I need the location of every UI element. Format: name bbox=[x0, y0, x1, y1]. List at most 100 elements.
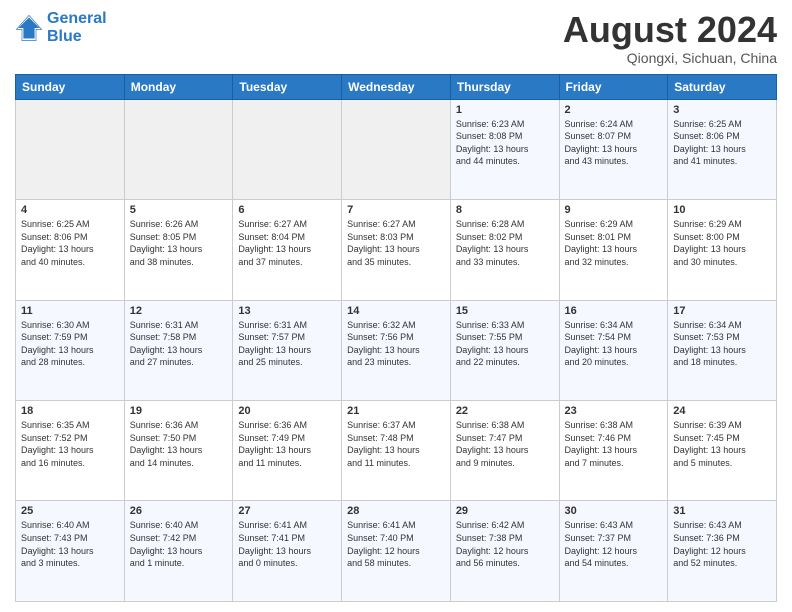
day-cell: 13Sunrise: 6:31 AM Sunset: 7:57 PM Dayli… bbox=[233, 300, 342, 400]
day-cell: 22 Sunrise: 6:38 AM Sunset: 7:47 PM Dayli… bbox=[450, 401, 559, 501]
day-info: Sunrise: 6:26 AM Sunset: 8:05 PM Dayligh… bbox=[130, 218, 228, 268]
day-info: Sunrise: 6:41 AM Sunset: 7:41 PM Dayligh… bbox=[238, 519, 336, 569]
day-number: 10 bbox=[673, 204, 771, 216]
day-number: 16 bbox=[565, 305, 663, 317]
day-cell bbox=[342, 99, 451, 199]
day-cell: 10Sunrise: 6:29 AM Sunset: 8:00 PM Dayli… bbox=[668, 200, 777, 300]
day-number: 5 bbox=[130, 204, 228, 216]
day-number: 17 bbox=[673, 305, 771, 317]
day-cell: 24 Sunrise: 6:39 AM Sunset: 7:45 PM Dayli… bbox=[668, 401, 777, 501]
calendar-table: SundayMondayTuesdayWednesdayThursdayFrid… bbox=[15, 74, 777, 602]
logo: General Blue bbox=[15, 10, 107, 45]
day-cell: 19 Sunrise: 6:36 AM Sunset: 7:50 PM Dayli… bbox=[124, 401, 233, 501]
day-number: 25 bbox=[21, 505, 119, 517]
header: General Blue August 2024 Qiongxi, Sichua… bbox=[15, 10, 777, 66]
day-cell: 29 Sunrise: 6:42 AM Sunset: 7:38 PM Dayli… bbox=[450, 501, 559, 602]
logo-general: General bbox=[47, 10, 107, 27]
day-number: 7 bbox=[347, 204, 445, 216]
day-cell: 20 Sunrise: 6:36 AM Sunset: 7:49 PM Dayli… bbox=[233, 401, 342, 501]
day-number: 4 bbox=[21, 204, 119, 216]
day-info: Sunrise: 6:24 AM Sunset: 8:07 PM Dayligh… bbox=[565, 118, 663, 168]
day-cell: 21 Sunrise: 6:37 AM Sunset: 7:48 PM Dayli… bbox=[342, 401, 451, 501]
day-number: 21 bbox=[347, 405, 445, 417]
day-number: 14 bbox=[347, 305, 445, 317]
weekday-header-tuesday: Tuesday bbox=[233, 74, 342, 99]
day-number: 30 bbox=[565, 505, 663, 517]
day-number: 18 bbox=[21, 405, 119, 417]
day-cell: 16 Sunrise: 6:34 AM Sunset: 7:54 PM Dayli… bbox=[559, 300, 668, 400]
day-number: 13 bbox=[238, 305, 336, 317]
day-cell: 11Sunrise: 6:30 AM Sunset: 7:59 PM Dayli… bbox=[16, 300, 125, 400]
day-cell: 4 Sunrise: 6:25 AM Sunset: 8:06 PM Daylig… bbox=[16, 200, 125, 300]
day-info: Sunrise: 6:31 AM Sunset: 7:58 PM Dayligh… bbox=[130, 319, 228, 369]
day-cell: 26 Sunrise: 6:40 AM Sunset: 7:42 PM Dayli… bbox=[124, 501, 233, 602]
day-cell: 3 Sunrise: 6:25 AM Sunset: 8:06 PM Daylig… bbox=[668, 99, 777, 199]
week-row-3: 11Sunrise: 6:30 AM Sunset: 7:59 PM Dayli… bbox=[16, 300, 777, 400]
day-info: Sunrise: 6:40 AM Sunset: 7:43 PM Dayligh… bbox=[21, 519, 119, 569]
day-info: Sunrise: 6:32 AM Sunset: 7:56 PM Dayligh… bbox=[347, 319, 445, 369]
day-cell bbox=[124, 99, 233, 199]
page: General Blue August 2024 Qiongxi, Sichua… bbox=[0, 0, 792, 612]
day-number: 12 bbox=[130, 305, 228, 317]
day-cell: 15 Sunrise: 6:33 AM Sunset: 7:55 PM Dayli… bbox=[450, 300, 559, 400]
day-number: 24 bbox=[673, 405, 771, 417]
day-number: 29 bbox=[456, 505, 554, 517]
weekday-header-monday: Monday bbox=[124, 74, 233, 99]
day-number: 22 bbox=[456, 405, 554, 417]
day-cell: 6Sunrise: 6:27 AM Sunset: 8:04 PM Daylig… bbox=[233, 200, 342, 300]
day-info: Sunrise: 6:30 AM Sunset: 7:59 PM Dayligh… bbox=[21, 319, 119, 369]
day-number: 19 bbox=[130, 405, 228, 417]
day-cell: 27Sunrise: 6:41 AM Sunset: 7:41 PM Dayli… bbox=[233, 501, 342, 602]
weekday-header-wednesday: Wednesday bbox=[342, 74, 451, 99]
day-info: Sunrise: 6:35 AM Sunset: 7:52 PM Dayligh… bbox=[21, 419, 119, 469]
month-title: August 2024 bbox=[563, 10, 777, 50]
day-info: Sunrise: 6:38 AM Sunset: 7:46 PM Dayligh… bbox=[565, 419, 663, 469]
day-cell: 9Sunrise: 6:29 AM Sunset: 8:01 PM Daylig… bbox=[559, 200, 668, 300]
day-info: Sunrise: 6:25 AM Sunset: 8:06 PM Dayligh… bbox=[21, 218, 119, 268]
day-info: Sunrise: 6:42 AM Sunset: 7:38 PM Dayligh… bbox=[456, 519, 554, 569]
weekday-header-thursday: Thursday bbox=[450, 74, 559, 99]
day-cell: 2 Sunrise: 6:24 AM Sunset: 8:07 PM Daylig… bbox=[559, 99, 668, 199]
day-number: 15 bbox=[456, 305, 554, 317]
week-row-1: 1Sunrise: 6:23 AM Sunset: 8:08 PM Daylig… bbox=[16, 99, 777, 199]
day-number: 31 bbox=[673, 505, 771, 517]
day-cell: 31 Sunrise: 6:43 AM Sunset: 7:36 PM Dayli… bbox=[668, 501, 777, 602]
day-info: Sunrise: 6:39 AM Sunset: 7:45 PM Dayligh… bbox=[673, 419, 771, 469]
day-info: Sunrise: 6:43 AM Sunset: 7:37 PM Dayligh… bbox=[565, 519, 663, 569]
day-info: Sunrise: 6:41 AM Sunset: 7:40 PM Dayligh… bbox=[347, 519, 445, 569]
week-row-2: 4 Sunrise: 6:25 AM Sunset: 8:06 PM Daylig… bbox=[16, 200, 777, 300]
logo-text: General Blue bbox=[47, 10, 107, 45]
day-number: 8 bbox=[456, 204, 554, 216]
weekday-header-saturday: Saturday bbox=[668, 74, 777, 99]
day-info: Sunrise: 6:25 AM Sunset: 8:06 PM Dayligh… bbox=[673, 118, 771, 168]
day-info: Sunrise: 6:38 AM Sunset: 7:47 PM Dayligh… bbox=[456, 419, 554, 469]
day-info: Sunrise: 6:33 AM Sunset: 7:55 PM Dayligh… bbox=[456, 319, 554, 369]
day-number: 26 bbox=[130, 505, 228, 517]
weekday-header-sunday: Sunday bbox=[16, 74, 125, 99]
day-number: 3 bbox=[673, 104, 771, 116]
day-info: Sunrise: 6:40 AM Sunset: 7:42 PM Dayligh… bbox=[130, 519, 228, 569]
day-cell: 7 Sunrise: 6:27 AM Sunset: 8:03 PM Daylig… bbox=[342, 200, 451, 300]
day-info: Sunrise: 6:27 AM Sunset: 8:03 PM Dayligh… bbox=[347, 218, 445, 268]
day-info: Sunrise: 6:37 AM Sunset: 7:48 PM Dayligh… bbox=[347, 419, 445, 469]
day-cell: 28 Sunrise: 6:41 AM Sunset: 7:40 PM Dayli… bbox=[342, 501, 451, 602]
logo-icon bbox=[15, 14, 43, 42]
day-cell: 8 Sunrise: 6:28 AM Sunset: 8:02 PM Daylig… bbox=[450, 200, 559, 300]
day-info: Sunrise: 6:34 AM Sunset: 7:53 PM Dayligh… bbox=[673, 319, 771, 369]
day-cell: 23Sunrise: 6:38 AM Sunset: 7:46 PM Dayli… bbox=[559, 401, 668, 501]
day-info: Sunrise: 6:29 AM Sunset: 8:01 PM Dayligh… bbox=[565, 218, 663, 268]
day-cell: 1Sunrise: 6:23 AM Sunset: 8:08 PM Daylig… bbox=[450, 99, 559, 199]
day-info: Sunrise: 6:43 AM Sunset: 7:36 PM Dayligh… bbox=[673, 519, 771, 569]
day-info: Sunrise: 6:34 AM Sunset: 7:54 PM Dayligh… bbox=[565, 319, 663, 369]
day-number: 2 bbox=[565, 104, 663, 116]
day-info: Sunrise: 6:36 AM Sunset: 7:49 PM Dayligh… bbox=[238, 419, 336, 469]
day-cell: 12 Sunrise: 6:31 AM Sunset: 7:58 PM Dayli… bbox=[124, 300, 233, 400]
week-row-4: 18 Sunrise: 6:35 AM Sunset: 7:52 PM Dayli… bbox=[16, 401, 777, 501]
day-info: Sunrise: 6:28 AM Sunset: 8:02 PM Dayligh… bbox=[456, 218, 554, 268]
day-cell: 14 Sunrise: 6:32 AM Sunset: 7:56 PM Dayli… bbox=[342, 300, 451, 400]
day-number: 20 bbox=[238, 405, 336, 417]
day-number: 28 bbox=[347, 505, 445, 517]
day-cell: 5 Sunrise: 6:26 AM Sunset: 8:05 PM Daylig… bbox=[124, 200, 233, 300]
day-info: Sunrise: 6:36 AM Sunset: 7:50 PM Dayligh… bbox=[130, 419, 228, 469]
day-info: Sunrise: 6:23 AM Sunset: 8:08 PM Dayligh… bbox=[456, 118, 554, 168]
